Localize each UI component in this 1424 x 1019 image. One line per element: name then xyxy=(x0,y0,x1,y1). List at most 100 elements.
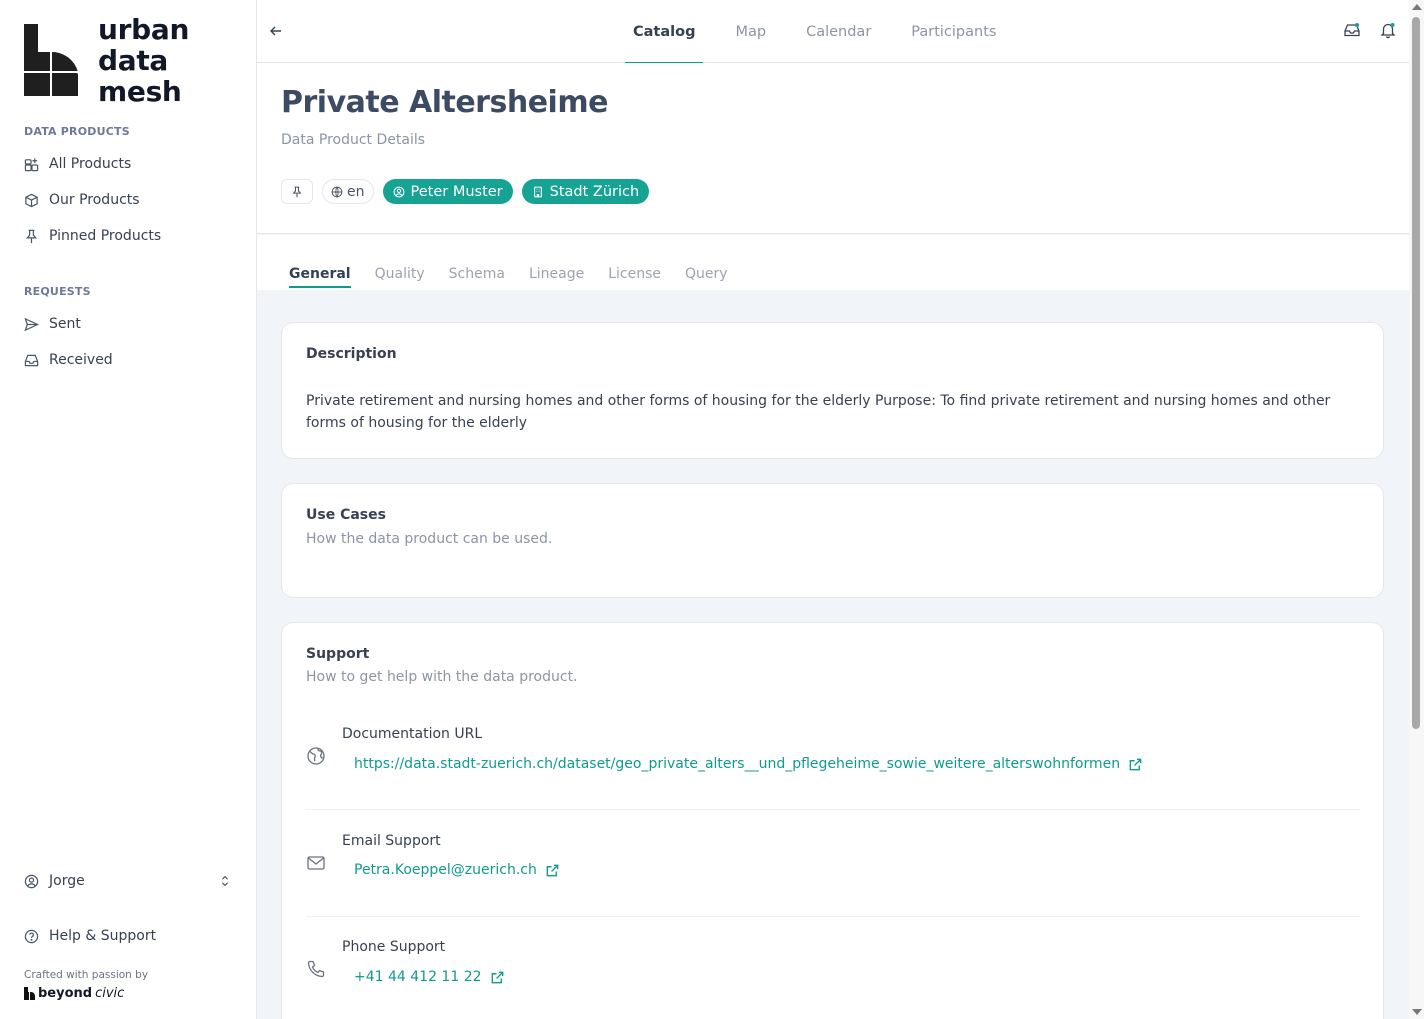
logo-line-data: data xyxy=(98,44,169,77)
tab-map[interactable]: Map xyxy=(727,0,774,63)
organization-name: Stadt Zürich xyxy=(549,183,640,200)
sidebar-item-received[interactable]: Received xyxy=(24,349,113,371)
external-link-icon xyxy=(546,864,559,876)
support-row-email: Email Support Petra.Koeppel@zuerich.ch xyxy=(306,811,1360,917)
pin-icon xyxy=(25,229,38,243)
use-cases-subtitle: How the data product can be used. xyxy=(306,531,553,547)
description-text: Private retirement and nursing homes and… xyxy=(306,393,1331,431)
sidebar-item-sent[interactable]: Sent xyxy=(24,313,81,335)
logo-line-mesh: mesh xyxy=(98,75,182,108)
description-card: Description Private retirement and nursi… xyxy=(281,322,1384,459)
back-arrow-icon[interactable] xyxy=(267,22,285,40)
support-title: Support xyxy=(306,646,370,662)
tab-general[interactable]: General xyxy=(289,266,351,288)
cube-icon xyxy=(25,193,38,207)
detail-tabs: General Quality Schema Lineage License Q… xyxy=(289,266,728,288)
tab-participants[interactable]: Participants xyxy=(903,0,1004,63)
chevron-up-down-icon[interactable] xyxy=(218,874,232,888)
language-value: en xyxy=(347,183,365,200)
tab-lineage[interactable]: Lineage xyxy=(529,266,584,285)
sidebar-item-label: Sent xyxy=(49,316,81,332)
support-label-phone: Phone Support xyxy=(342,939,446,955)
support-row-phone: Phone Support +41 44 412 11 22 xyxy=(306,917,1360,1019)
grid-plus-icon xyxy=(24,157,39,171)
sidebar-item-label: All Products xyxy=(49,156,132,172)
urban-data-mesh-logo[interactable]: urban data mesh xyxy=(24,14,189,107)
top-navigation-bar: Catalog Map Calendar Participants xyxy=(257,0,1409,64)
documentation-url-value: https://data.stadt-zuerich.ch/dataset/ge… xyxy=(354,756,1121,772)
phone-support-link[interactable]: +41 44 412 11 22 xyxy=(354,969,505,985)
product-badges: en Peter Muster Stadt Zürich xyxy=(281,179,650,204)
external-link-icon xyxy=(491,971,503,983)
page-subtitle: Data Product Details xyxy=(281,132,426,148)
support-subtitle: How to get help with the data product. xyxy=(306,669,578,685)
email-support-value: Petra.Koeppel@zuerich.ch xyxy=(354,862,537,878)
scroll-up-arrow-icon[interactable] xyxy=(1412,4,1422,10)
product-header: Private Altersheime Data Product Details… xyxy=(257,63,1409,234)
brand-beyond: beyond xyxy=(38,986,93,1001)
logo-line-urban: urban xyxy=(98,13,190,46)
top-icons xyxy=(1343,21,1397,39)
sidebar-item-label: Our Products xyxy=(49,192,140,208)
tab-calendar[interactable]: Calendar xyxy=(798,0,879,63)
help-support-label: Help & Support xyxy=(49,928,157,944)
inbox-icon xyxy=(1344,23,1360,37)
mail-icon xyxy=(307,856,325,870)
scroll-down-arrow-icon[interactable] xyxy=(1412,1009,1422,1015)
scroll-thumb[interactable] xyxy=(1412,17,1420,729)
owner-name: Peter Muster xyxy=(410,183,503,200)
logo-mark-icon xyxy=(24,24,78,96)
inbox-icon xyxy=(24,354,39,366)
tab-quality[interactable]: Quality xyxy=(375,266,425,285)
tab-schema[interactable]: Schema xyxy=(449,266,505,285)
description-title: Description xyxy=(306,346,397,362)
globe-icon xyxy=(331,186,343,197)
sidebar-item-label: Received xyxy=(49,352,113,368)
main-tabs: Catalog Map Calendar Participants xyxy=(625,0,1028,64)
pin-icon xyxy=(292,186,302,197)
help-support-link[interactable]: Help & Support xyxy=(24,925,156,947)
send-icon xyxy=(24,317,39,331)
globe-icon xyxy=(307,747,325,765)
data-products-section-title: DATA PRODUCTS xyxy=(24,125,130,138)
tab-query[interactable]: Query xyxy=(685,266,728,285)
brand-civic: civic xyxy=(95,986,125,1001)
page-title: Private Altersheime xyxy=(281,85,608,120)
owner-badge[interactable]: Peter Muster xyxy=(382,179,513,204)
user-circle-icon xyxy=(393,186,404,197)
documentation-url-link[interactable]: https://data.stadt-zuerich.ch/dataset/ge… xyxy=(354,756,1143,772)
beyondcivic-brand[interactable]: beyond civic xyxy=(24,986,124,1001)
inbox-notification-button[interactable] xyxy=(1343,21,1361,39)
sidebar-item-label: Pinned Products xyxy=(49,228,162,244)
beyondcivic-logo-icon xyxy=(24,987,35,1000)
page-scrollbar[interactable] xyxy=(1409,0,1424,1019)
phone-support-value: +41 44 412 11 22 xyxy=(354,969,482,985)
organization-badge[interactable]: Stadt Zürich xyxy=(521,179,650,204)
support-label-email: Email Support xyxy=(342,833,441,849)
use-cases-card: Use Cases How the data product can be us… xyxy=(281,483,1384,598)
crafted-by-text: Crafted with passion by xyxy=(24,969,149,981)
detail-tabs-bar: General Quality Schema Lineage License Q… xyxy=(257,235,1409,290)
support-row-documentation: Documentation URL https://data.stadt-zue… xyxy=(306,704,1360,810)
pin-button[interactable] xyxy=(281,179,313,204)
support-card: Support How to get help with the data pr… xyxy=(281,622,1384,1019)
bell-icon xyxy=(1380,23,1396,39)
tab-license[interactable]: License xyxy=(608,266,661,285)
user-menu[interactable]: Jorge xyxy=(24,873,232,889)
tab-catalog[interactable]: Catalog xyxy=(625,0,704,64)
main-content: Private Altersheime Data Product Details… xyxy=(257,63,1409,1019)
sidebar: urban data mesh DATA PRODUCTS All Produc… xyxy=(0,0,257,1019)
email-support-link[interactable]: Petra.Koeppel@zuerich.ch xyxy=(354,862,560,878)
phone-icon xyxy=(307,960,325,978)
sidebar-item-our-products[interactable]: Our Products xyxy=(24,189,140,211)
user-name: Jorge xyxy=(49,873,85,889)
language-badge: en xyxy=(322,179,374,204)
support-label-documentation: Documentation URL xyxy=(342,726,483,742)
logo-text: urban data mesh xyxy=(98,14,189,107)
user-circle-icon xyxy=(24,874,39,888)
sidebar-item-all-products[interactable]: All Products xyxy=(24,153,131,175)
building-icon xyxy=(533,186,542,197)
use-cases-title: Use Cases xyxy=(306,507,386,523)
sidebar-item-pinned-products[interactable]: Pinned Products xyxy=(24,225,161,247)
notifications-button[interactable] xyxy=(1379,21,1397,39)
